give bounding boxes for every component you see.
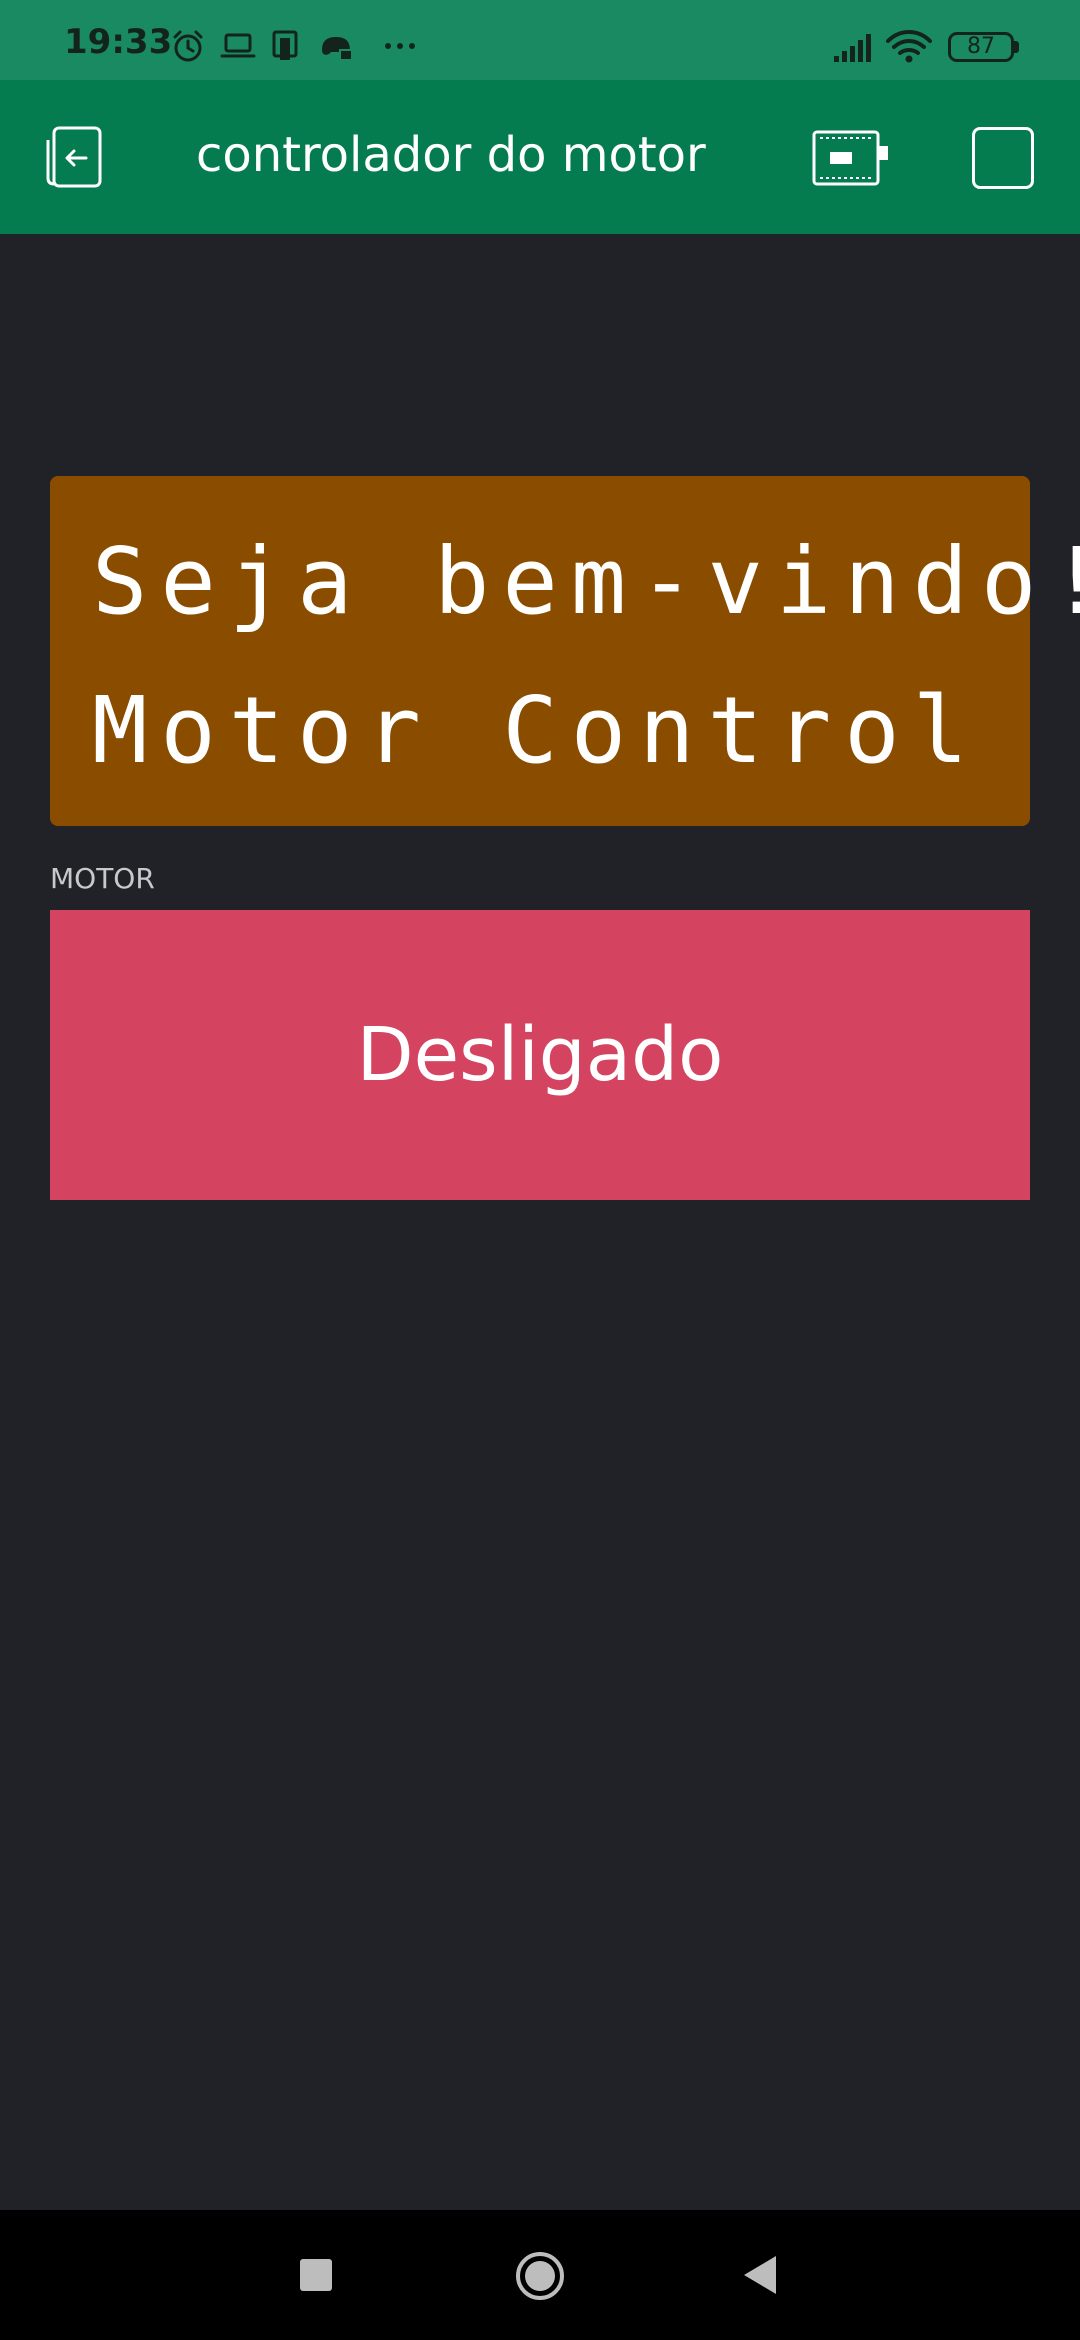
lcd-line-1: Seja bem-vindo! bbox=[92, 528, 1080, 635]
back-icon[interactable] bbox=[742, 2254, 778, 2296]
motor-toggle-button[interactable]: Desligado bbox=[50, 910, 1030, 1200]
battery-icon: 87 bbox=[948, 32, 1014, 62]
battery-tip bbox=[1014, 41, 1019, 53]
navigation-bar bbox=[0, 2210, 1080, 2340]
alarm-icon bbox=[173, 30, 203, 62]
more-dots-icon bbox=[385, 43, 415, 49]
app-title: controlador do motor bbox=[196, 127, 706, 183]
motor-label: MOTOR bbox=[50, 862, 155, 895]
wifi-icon bbox=[886, 30, 932, 63]
battery-level: 87 bbox=[967, 34, 995, 59]
home-icon[interactable] bbox=[514, 2250, 566, 2302]
status-time: 19:33 bbox=[64, 22, 173, 62]
motor-button-label: Desligado bbox=[356, 1012, 724, 1098]
status-bar: 19:33 87 bbox=[0, 0, 1080, 80]
device-board-icon[interactable] bbox=[810, 124, 890, 194]
recent-apps-icon[interactable] bbox=[300, 2259, 332, 2291]
lcd-line-2: Motor Control bbox=[92, 677, 982, 784]
device-icon bbox=[272, 30, 298, 60]
laptop-icon bbox=[220, 33, 256, 58]
app-bar: controlador do motor bbox=[0, 80, 1080, 234]
signal-icon bbox=[834, 34, 871, 62]
square-icon[interactable] bbox=[972, 127, 1034, 189]
game-icon bbox=[322, 37, 353, 61]
exit-icon[interactable] bbox=[40, 122, 112, 194]
lcd-display: Seja bem-vindo! Motor Control bbox=[50, 476, 1080, 826]
